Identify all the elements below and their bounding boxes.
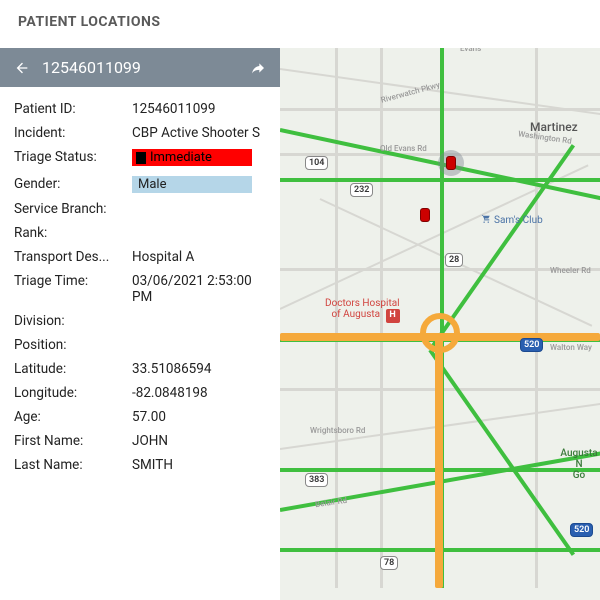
- value: SMITH: [132, 457, 268, 473]
- panel-header: 12546011099: [0, 48, 280, 87]
- patient-marker[interactable]: [420, 208, 430, 222]
- route-shield: 383: [305, 473, 328, 487]
- label: Patient ID:: [14, 101, 132, 117]
- poi-label: Sam's Club: [494, 215, 543, 226]
- patient-marker[interactable]: [446, 156, 456, 170]
- hospital-icon: H: [386, 309, 400, 323]
- poi-label: Doctors Hospital: [325, 298, 400, 309]
- route-shield: 78: [380, 556, 398, 570]
- road-label: Old Evans Rd: [380, 144, 427, 153]
- page-title: PATIENT LOCATIONS: [0, 0, 600, 48]
- row-incident: Incident: CBP Active Shooter S: [14, 121, 268, 145]
- poi-hospital[interactable]: Doctors Hospital of Augusta H: [325, 298, 400, 323]
- place-label: Augusta NGo: [558, 448, 600, 481]
- label: Last Name:: [14, 457, 132, 473]
- road-traffic: [428, 349, 575, 556]
- interstate-shield: 520: [570, 523, 593, 537]
- road-label: Belair Rd: [315, 496, 348, 509]
- row-triage-time: Triage Time: 03/06/2021 2:53:00 PM: [14, 269, 268, 309]
- road-label: Evans: [460, 48, 481, 53]
- poi-label: of Augusta: [331, 309, 380, 320]
- value: 57.00: [132, 409, 268, 425]
- triage-badge: Immediate: [132, 149, 252, 166]
- value: Immediate: [132, 149, 268, 168]
- map-view[interactable]: 104 232 28 520 520 383 78 Martinez Augus…: [280, 48, 600, 600]
- label: Service Branch:: [14, 201, 132, 217]
- patient-details-panel: 12546011099 Patient ID: 12546011099 Inci…: [0, 48, 280, 600]
- value: JOHN: [132, 433, 268, 449]
- row-latitude: Latitude: 33.51086594: [14, 357, 268, 381]
- row-longitude: Longitude: -82.0848198: [14, 381, 268, 405]
- label: Triage Time:: [14, 273, 132, 289]
- poi-samsclub[interactable]: Sam's Club: [480, 213, 543, 227]
- value: Male: [132, 176, 268, 193]
- interstate-shield: 520: [520, 338, 543, 352]
- label: Age:: [14, 409, 132, 425]
- row-age: Age: 57.00: [14, 405, 268, 429]
- label: Rank:: [14, 225, 132, 241]
- value: CBP Active Shooter S: [132, 125, 268, 141]
- label: Triage Status:: [14, 149, 132, 165]
- label: Longitude:: [14, 385, 132, 401]
- row-triage-status: Triage Status: Immediate: [14, 145, 268, 172]
- row-transport-dest: Transport Des... Hospital A: [14, 245, 268, 269]
- triage-tag-icon: [136, 152, 146, 164]
- share-icon[interactable]: [250, 60, 266, 76]
- triage-text: Immediate: [150, 150, 212, 165]
- row-position: Position:: [14, 333, 268, 357]
- row-patient-id: Patient ID: 12546011099: [14, 97, 268, 121]
- row-last-name: Last Name: SMITH: [14, 453, 268, 477]
- label: Incident:: [14, 125, 132, 141]
- back-icon[interactable]: [14, 60, 30, 76]
- row-division: Division:: [14, 309, 268, 333]
- label: Gender:: [14, 176, 132, 192]
- label: Latitude:: [14, 361, 132, 377]
- road-label: Wheeler Rd: [550, 266, 591, 275]
- details-list: Patient ID: 12546011099 Incident: CBP Ac…: [0, 87, 280, 493]
- road-label: Wrightsboro Rd: [310, 426, 365, 435]
- cart-icon: [480, 213, 491, 227]
- highway-junction: [420, 313, 460, 353]
- route-shield: 28: [445, 253, 463, 267]
- value: Hospital A: [132, 249, 268, 265]
- row-gender: Gender: Male: [14, 172, 268, 197]
- value: 12546011099: [132, 101, 268, 117]
- road-label: Walton Way: [550, 343, 592, 352]
- label: Division:: [14, 313, 132, 329]
- value: 33.51086594: [132, 361, 268, 377]
- gender-badge: Male: [132, 176, 252, 193]
- label: Position:: [14, 337, 132, 353]
- panel-header-id: 12546011099: [42, 58, 238, 77]
- route-shield: 232: [350, 183, 373, 197]
- highway: [435, 338, 443, 588]
- row-service-branch: Service Branch:: [14, 197, 268, 221]
- value: 03/06/2021 2:53:00 PM: [132, 273, 268, 305]
- value: -82.0848198: [132, 385, 268, 401]
- label: Transport Des...: [14, 249, 132, 265]
- route-shield: 104: [305, 156, 328, 170]
- row-first-name: First Name: JOHN: [14, 429, 268, 453]
- label: First Name:: [14, 433, 132, 449]
- row-rank: Rank:: [14, 221, 268, 245]
